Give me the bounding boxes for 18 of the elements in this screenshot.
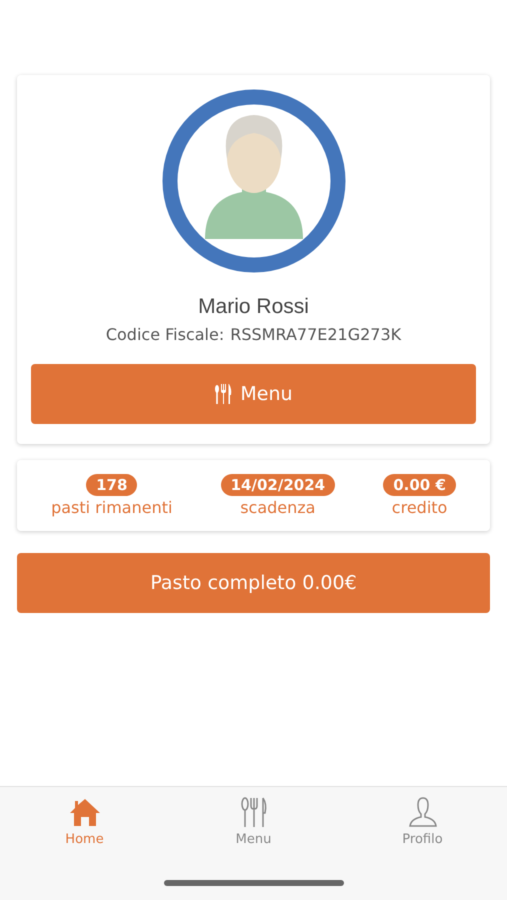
stat-label: scadenza <box>240 498 316 517</box>
tab-item[interactable]: Profilo <box>338 795 507 848</box>
tax-code-label: Codice Fiscale: <box>106 325 224 344</box>
tax-code: RSSMRA77E21G273K <box>230 325 402 344</box>
menu-button[interactable]: Menu <box>31 364 476 424</box>
user-name: Mario Rossi <box>198 295 309 319</box>
person-icon <box>408 796 438 828</box>
tab-item[interactable]: Menu <box>169 795 338 848</box>
stat-label: credito <box>392 498 448 517</box>
meal-button[interactable]: Pasto completo 0.00€ <box>17 553 490 613</box>
tab-item[interactable]: Home <box>0 795 169 848</box>
stat-value: 0.00 € <box>383 474 456 496</box>
stat-label: pasti rimanenti <box>51 498 172 517</box>
cutlery-icon <box>214 384 232 404</box>
cutlery-icon <box>240 796 268 828</box>
stat-value: 178 <box>86 474 138 496</box>
home-icon <box>68 796 100 828</box>
stat-value: 14/02/2024 <box>220 474 336 496</box>
